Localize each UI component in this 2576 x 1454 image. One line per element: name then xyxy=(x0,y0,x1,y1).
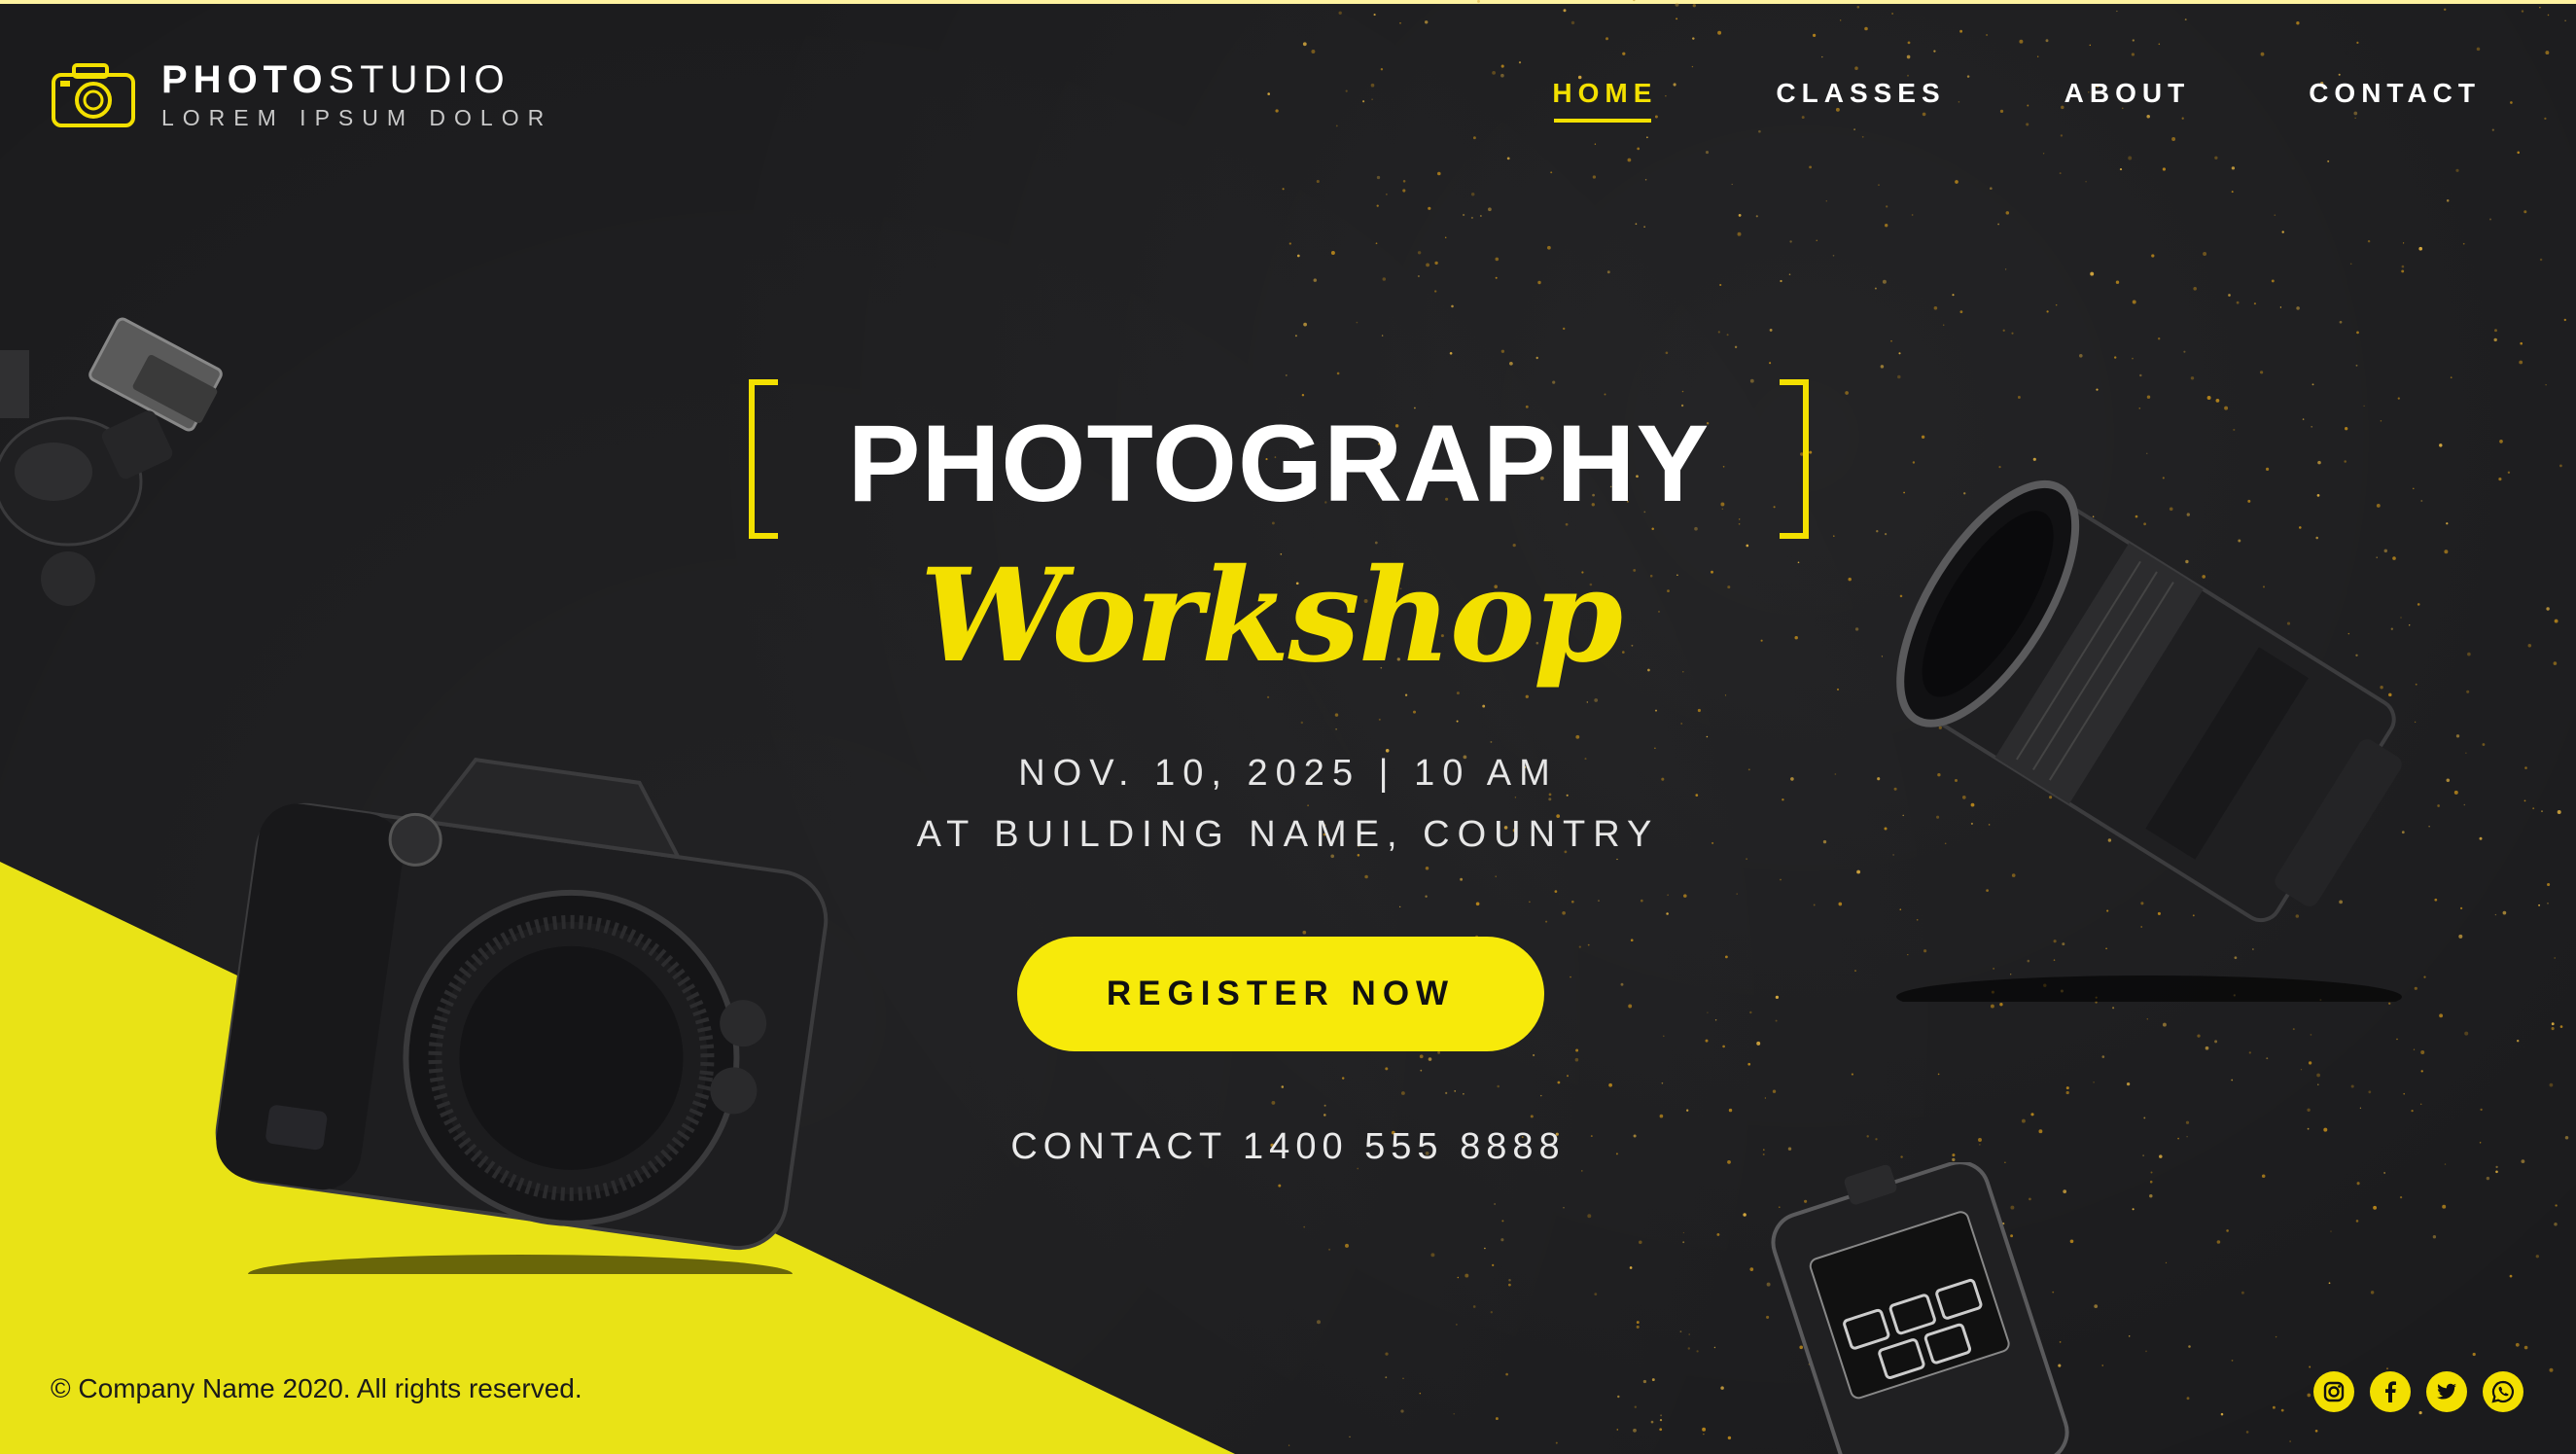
instagram-icon[interactable] xyxy=(2313,1371,2354,1412)
copyright-text: © Company Name 2020. All rights reserved… xyxy=(51,1373,582,1403)
camera-outline-icon xyxy=(52,62,135,127)
nav-classes[interactable]: CLASSES xyxy=(1776,78,1945,123)
contact-phone: CONTACT 1400 555 8888 xyxy=(1010,1126,1566,1167)
facebook-icon[interactable] xyxy=(2370,1371,2411,1412)
hero-title: PHOTOGRAPHY xyxy=(847,403,1711,524)
event-date: NOV. 10, 2025 | 10 AM xyxy=(1018,753,1558,794)
whatsapp-icon[interactable] xyxy=(2483,1371,2523,1412)
flash-trigger-image xyxy=(1771,1162,2069,1454)
main-nav: HOME CLASSES ABOUT CONTACT xyxy=(1433,78,2481,123)
brand-tagline: LOREM IPSUM DOLOR xyxy=(161,105,553,130)
nav-home[interactable]: HOME xyxy=(1552,78,1657,123)
event-location: AT BUILDING NAME, COUNTRY xyxy=(916,814,1660,855)
camera-lens-image xyxy=(1896,479,2402,1002)
social-links xyxy=(2313,1371,2523,1412)
brand-text: PHOTOSTUDIO LOREM IPSUM DOLOR xyxy=(161,58,552,131)
twitter-icon[interactable] xyxy=(2426,1371,2467,1412)
bracket-right xyxy=(1780,379,1809,539)
brand-title-bold: PHOTO xyxy=(161,58,329,101)
top-accent-line xyxy=(0,0,2576,4)
nav-contact[interactable]: CONTACT xyxy=(2309,78,2481,123)
nav-about[interactable]: ABOUT xyxy=(2064,78,2191,123)
hero-title-block: PHOTOGRAPHY xyxy=(749,379,1809,539)
brand-title: PHOTOSTUDIO xyxy=(161,58,552,101)
hero-script-title: Workshop xyxy=(919,541,1623,692)
brand-title-light: STUDIO xyxy=(328,58,511,101)
brand-logo[interactable]: PHOTOSTUDIO LOREM IPSUM DOLOR xyxy=(51,58,552,131)
dslr-camera-image xyxy=(215,758,829,1274)
register-now-button[interactable]: REGISTER NOW xyxy=(1017,937,1544,1051)
